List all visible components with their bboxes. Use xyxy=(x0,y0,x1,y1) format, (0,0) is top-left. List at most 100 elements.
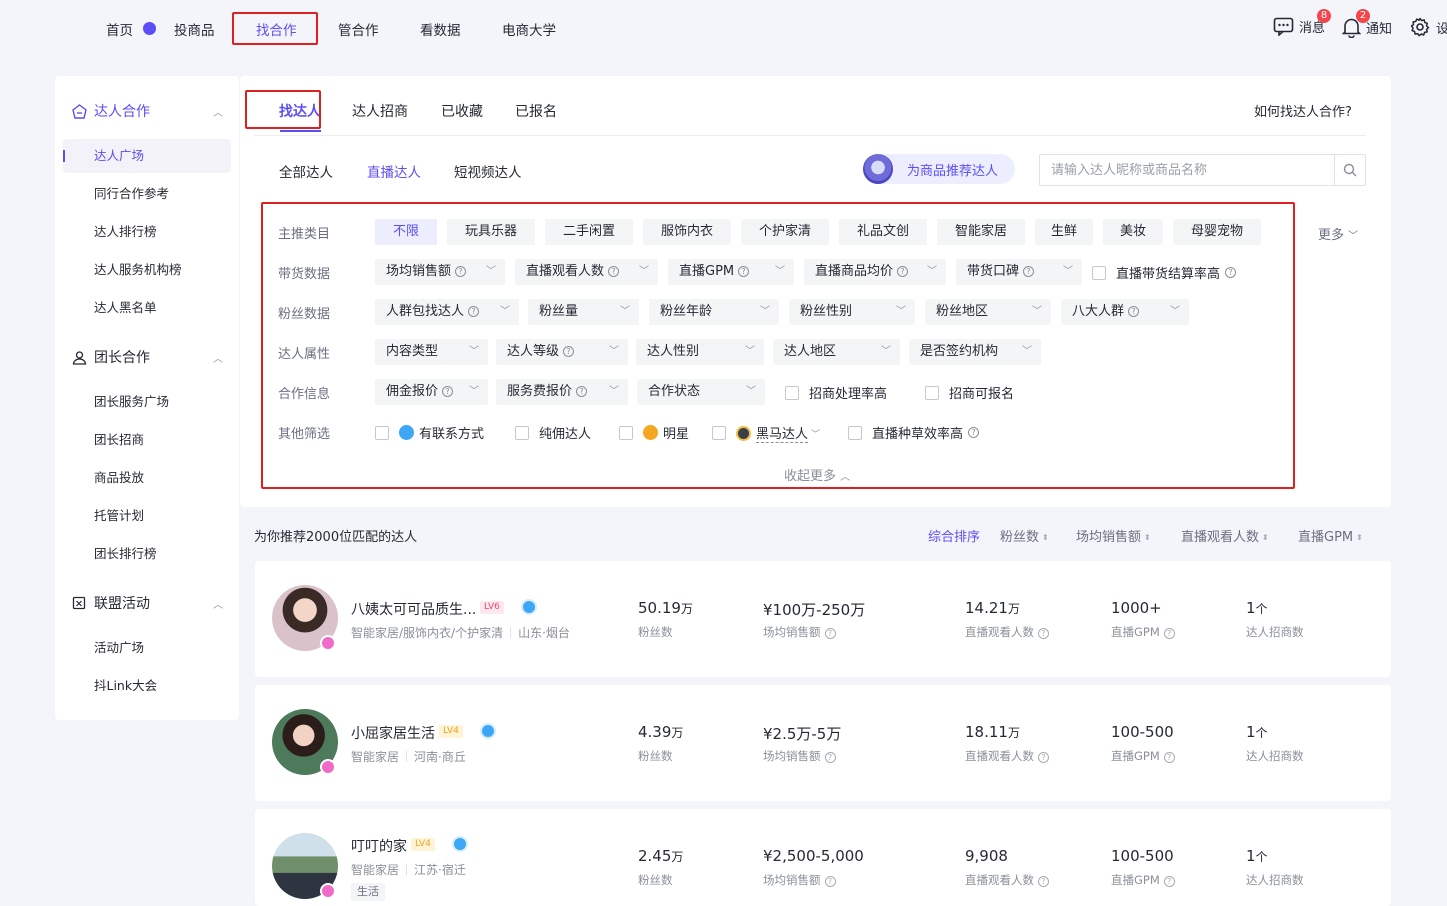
checkbox[interactable] xyxy=(375,425,389,440)
checkbox-settlement-rate[interactable]: 直播带货结算率高? xyxy=(1092,263,1237,282)
dropdown-eight-crowds[interactable]: 八大人群? ﹀ xyxy=(1061,299,1189,325)
sidebar-item-creator-rank[interactable]: 达人排行榜 xyxy=(63,215,231,249)
dropdown-avg-price[interactable]: 直播商品均价? ﹀ xyxy=(804,259,946,285)
category-tag[interactable]: 智能家居 xyxy=(937,219,1025,245)
creator-name[interactable]: 叮叮的家 xyxy=(351,836,407,856)
dropdown-content-type[interactable]: 内容类型 ﹀ xyxy=(375,339,488,365)
dropdown-signed-agency[interactable]: 是否签约机构 ﹀ xyxy=(909,339,1041,365)
checkbox-recruit-open[interactable]: 招商可报名 xyxy=(925,383,1014,402)
dropdown-reputation[interactable]: 带货口碑? ﹀ xyxy=(956,259,1082,285)
filter-panel: 找达人 达人招商 已收藏 已报名 如何找达人合作? 全部达人 直播达人 短视频达… xyxy=(240,76,1391,507)
notifications-button[interactable]: 通知 2 xyxy=(1342,9,1392,38)
tab-creator-recruit[interactable]: 达人招商 xyxy=(352,101,408,121)
nav-university[interactable]: 电商大学 xyxy=(502,19,556,39)
dropdown-live-gpm[interactable]: 直播GPM? ﹀ xyxy=(668,259,794,285)
collapse-more-button[interactable]: 收起更多 ︿ xyxy=(784,465,850,484)
checkbox[interactable] xyxy=(785,385,799,400)
dropdown-creator-level[interactable]: 达人等级? ﹀ xyxy=(496,339,628,365)
sidebar-item-blacklist[interactable]: 达人黑名单 xyxy=(63,291,231,325)
sidebar-group-alliance[interactable]: 联盟活动 ︿ xyxy=(55,594,239,612)
nav-products[interactable]: 投商品 xyxy=(174,19,215,39)
sort-default[interactable]: 综合排序 xyxy=(928,526,980,545)
stat-merchants: 1个 xyxy=(1246,723,1268,741)
subtab-all-creators[interactable]: 全部达人 xyxy=(279,161,333,181)
category-tag[interactable]: 二手闲置 xyxy=(545,219,633,245)
sidebar-item-creator-square[interactable]: 达人广场 xyxy=(63,139,231,173)
dropdown-crowd-pack[interactable]: 人群包找达人? ﹀ xyxy=(375,299,519,325)
subtab-live-creators[interactable]: 直播达人 xyxy=(367,161,421,181)
dropdown-fan-gender[interactable]: 粉丝性别 ﹀ xyxy=(789,299,915,325)
creator-card[interactable]: 八姨太可可品质生... LV6 智能家居/服饰内衣/个护家清 山东·烟台 50.1… xyxy=(255,561,1391,677)
category-tag[interactable]: 礼品文创 xyxy=(839,219,927,245)
creator-card[interactable]: 叮叮的家 LV4 智能家居 江苏·宿迁 生活 2.45万 粉丝数 ¥2,500-5… xyxy=(255,809,1391,906)
sidebar-item-peer-reference[interactable]: 同行合作参考 xyxy=(63,177,231,211)
category-tag[interactable]: 美妆 xyxy=(1103,219,1163,245)
nav-home[interactable]: 首页 xyxy=(106,19,133,39)
sort-viewers[interactable]: 直播观看人数 ⬍ xyxy=(1181,526,1269,545)
dropdown-avg-sales[interactable]: 场均销售额? ﹀ xyxy=(375,259,505,285)
dropdown-creator-region[interactable]: 达人地区 ﹀ xyxy=(773,339,900,365)
nav-data[interactable]: 看数据 xyxy=(420,19,461,39)
category-tag[interactable]: 生鲜 xyxy=(1035,219,1093,245)
dropdown-service-fee[interactable]: 服务费报价? ﹀ xyxy=(496,379,628,405)
dropdown-creator-gender[interactable]: 达人性别 ﹀ xyxy=(636,339,764,365)
sidebar-item-leader-rank[interactable]: 团长排行榜 xyxy=(63,537,231,571)
sort-fans[interactable]: 粉丝数 ⬍ xyxy=(1000,526,1049,545)
sidebar-item-link-conference[interactable]: 抖Link大会 xyxy=(63,669,231,703)
dropdown-live-viewers[interactable]: 直播观看人数? ﹀ xyxy=(515,259,658,285)
category-tag[interactable]: 服饰内衣 xyxy=(643,219,731,245)
dropdown-fan-count[interactable]: 粉丝量 ﹀ xyxy=(528,299,639,325)
stat-gpm: 1000+ xyxy=(1111,599,1162,617)
search-input[interactable] xyxy=(1040,155,1335,185)
sidebar-item-agency-rank[interactable]: 达人服务机构榜 xyxy=(63,253,231,287)
help-link[interactable]: 如何找达人合作? xyxy=(1254,101,1352,120)
sort-gpm[interactable]: 直播GPM ⬍ xyxy=(1298,526,1363,545)
checkbox[interactable] xyxy=(515,425,529,440)
subtab-video-creators[interactable]: 短视频达人 xyxy=(454,161,522,181)
checkbox-celebrity[interactable]: 明星 xyxy=(619,423,689,442)
dropdown-fan-age[interactable]: 粉丝年龄 ﹀ xyxy=(649,299,779,325)
checkbox[interactable] xyxy=(925,385,939,400)
creator-name[interactable]: 小屈家居生活 xyxy=(351,723,435,743)
nav-manage-cooperation[interactable]: 管合作 xyxy=(338,19,379,39)
checkbox-recruit-rate[interactable]: 招商处理率高 xyxy=(785,383,887,402)
chevron-up-icon: ︿ xyxy=(840,472,851,483)
checkbox[interactable] xyxy=(712,426,726,440)
creator-card[interactable]: 小屈家居生活 LV4 智能家居 河南·商丘 4.39万 粉丝数 ¥2.5万-5万 … xyxy=(255,685,1391,801)
checkbox-pure-commission[interactable]: 纯佣达人 xyxy=(515,423,591,442)
messages-badge: 8 xyxy=(1317,9,1331,23)
dropdown-coop-status[interactable]: 合作状态 ﹀ xyxy=(637,379,765,405)
search-button[interactable] xyxy=(1334,155,1365,185)
category-tag[interactable]: 个护家清 xyxy=(741,219,829,245)
sidebar-item-leader-square[interactable]: 团长服务广场 xyxy=(63,385,231,419)
checkbox-seeding-efficiency[interactable]: 直播种草效率高? xyxy=(848,423,980,442)
sidebar-item-leader-recruit[interactable]: 团长招商 xyxy=(63,423,231,457)
messages-button[interactable]: 消息 8 xyxy=(1273,9,1331,36)
checkbox[interactable] xyxy=(619,425,633,440)
category-tag[interactable]: 不限 xyxy=(375,219,437,245)
sidebar-item-activity-square[interactable]: 活动广场 xyxy=(63,631,231,665)
checkbox-dark-horse[interactable]: 黑马达人 ﹀ xyxy=(712,423,820,443)
sidebar-group-creator[interactable]: 达人合作 ︿ xyxy=(55,102,239,120)
dropdown-fan-region[interactable]: 粉丝地区 ﹀ xyxy=(925,299,1051,325)
sort-sales[interactable]: 场均销售额 ⬍ xyxy=(1076,526,1151,545)
checkbox[interactable] xyxy=(1092,265,1106,280)
checkbox[interactable] xyxy=(848,425,862,440)
recommend-for-product-button[interactable]: 为商品推荐达人 xyxy=(863,154,1015,184)
settings-button[interactable]: 设 xyxy=(1410,17,1447,37)
sidebar-group-leader[interactable]: 团长合作 ︿ xyxy=(55,348,239,366)
tab-find-creator[interactable]: 找达人 xyxy=(279,101,321,121)
sidebar-item-product-placement[interactable]: 商品投放 xyxy=(63,461,231,495)
sidebar-item-managed-plan[interactable]: 托管计划 xyxy=(63,499,231,533)
dropdown-label: 人群包找达人 xyxy=(386,304,465,319)
tab-registered[interactable]: 已报名 xyxy=(515,101,557,121)
chat-bubble-icon xyxy=(399,425,414,440)
checkbox-has-contact[interactable]: 有联系方式 xyxy=(375,423,484,442)
category-tag[interactable]: 玩具乐器 xyxy=(447,219,535,245)
dropdown-commission[interactable]: 佣金报价? ﹀ xyxy=(375,379,488,405)
category-tag[interactable]: 母婴宠物 xyxy=(1173,219,1261,245)
tab-favorites[interactable]: 已收藏 xyxy=(441,101,483,121)
nav-find-cooperation[interactable]: 找合作 xyxy=(256,19,297,39)
more-categories-button[interactable]: 更多 ﹀ xyxy=(1318,224,1358,243)
creator-name[interactable]: 八姨太可可品质生... xyxy=(351,599,476,619)
